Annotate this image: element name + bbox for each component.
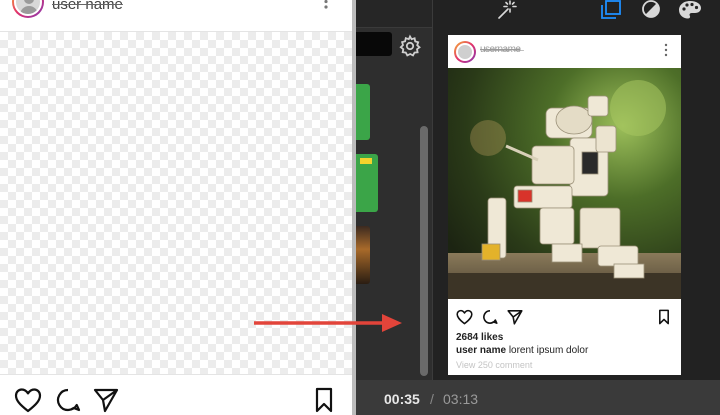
post-actions [0,374,352,415]
template-post: user name [0,0,352,415]
send-icon[interactable] [507,309,523,325]
bookmark-icon[interactable] [658,309,670,325]
caption-text: lorent ipsum dolor [508,345,589,356]
vertical-ellipsis-icon[interactable] [662,43,670,57]
time-separator: / [430,391,434,407]
likes-count: 2684 likes [456,332,504,343]
timeline-bar: 00:35 / 03:13 [356,380,720,415]
palette-icon[interactable] [678,0,702,20]
send-icon[interactable] [93,387,119,413]
layers-icon[interactable] [600,0,622,20]
view-comments-link[interactable]: View 250 comment [456,360,532,370]
post-username: user name [52,0,123,13]
avatar[interactable] [12,0,44,18]
total-time: 03:13 [443,391,479,407]
heart-icon[interactable] [456,309,473,325]
thumbnail[interactable] [356,84,370,140]
bookmark-icon[interactable] [314,387,334,413]
comment-icon[interactable] [482,309,498,325]
thumbnail[interactable] [356,226,370,284]
preview-post: u̶s̶e̶r̶n̶a̶m̶e̶ 2684 likes user name lo… [448,35,681,375]
post-username: u̶s̶e̶r̶n̶a̶m̶e̶ [480,44,521,55]
vertical-ellipsis-icon[interactable] [318,0,334,12]
post-header: user name [0,0,352,32]
magic-wand-icon[interactable] [495,0,517,20]
thumbnail[interactable] [356,154,378,212]
avatar[interactable] [454,41,476,63]
post-photo [448,68,681,299]
scrollbar[interactable] [420,126,428,376]
text-input[interactable] [356,32,392,56]
panel-header [356,0,432,28]
comment-icon[interactable] [55,387,81,413]
arrow-annotation [254,314,402,332]
contrast-icon[interactable] [640,0,662,20]
current-time: 00:35 [384,391,420,407]
post-caption: user name lorent ipsum dolor [456,345,588,356]
gear-icon[interactable] [398,34,422,58]
caption-username: user name [456,345,507,356]
heart-icon[interactable] [14,387,42,413]
